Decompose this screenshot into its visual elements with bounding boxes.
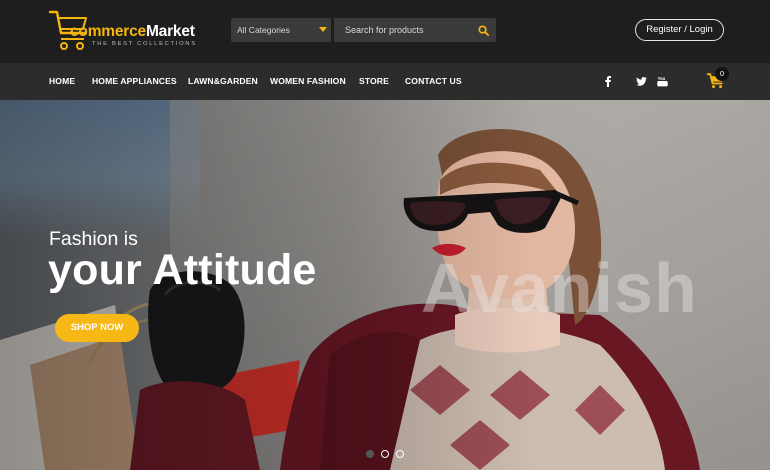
nav-item-home[interactable]: HOME — [49, 63, 75, 100]
logo-tagline: THE BEST COLLECTIONS — [92, 41, 197, 47]
category-select-value: All Categories — [237, 25, 290, 35]
hero-title: your Attitude — [48, 246, 317, 294]
youtube-link[interactable]: You — [655, 74, 669, 88]
search-bar — [334, 18, 496, 42]
hero-slider: Avanish Fashion is your Attitude SHOP NO… — [0, 100, 770, 470]
slider-pagination — [366, 450, 406, 460]
nav-item-women-fashion[interactable]: WOMEN FASHION — [270, 63, 346, 100]
slider-dot-3[interactable] — [396, 450, 404, 458]
nav-item-home-appliances[interactable]: HOME APPLIANCES — [92, 63, 177, 100]
shop-now-button[interactable]: SHOP NOW — [55, 314, 139, 342]
search-button[interactable] — [470, 18, 496, 42]
nav-item-store[interactable]: STORE — [359, 63, 389, 100]
logo-wordmark-part2: Market — [145, 23, 195, 40]
top-header: commerceMarket THE BEST COLLECTIONS All … — [0, 0, 770, 63]
logo-wordmark: commerceMarket — [70, 23, 195, 41]
cart-count-badge: 0 — [715, 67, 729, 81]
logo-wordmark-part1: commerce — [70, 23, 146, 40]
facebook-link[interactable] — [601, 74, 615, 88]
hero-watermark: Avanish — [421, 249, 698, 327]
site-logo[interactable]: commerceMarket THE BEST COLLECTIONS — [48, 9, 208, 53]
twitter-link[interactable] — [634, 74, 648, 88]
caret-down-icon — [319, 27, 327, 32]
main-nav: HOME HOME APPLIANCES LAWN&GARDEN WOMEN F… — [0, 63, 770, 100]
category-select[interactable]: All Categories — [231, 18, 331, 42]
nav-item-lawn-garden[interactable]: LAWN&GARDEN — [188, 63, 258, 100]
search-icon — [477, 24, 489, 36]
youtube-icon: You — [656, 76, 668, 86]
nav-item-contact-us[interactable]: CONTACT US — [405, 63, 462, 100]
search-input[interactable] — [334, 18, 470, 42]
twitter-icon — [635, 76, 647, 86]
slider-dot-2[interactable] — [381, 450, 389, 458]
svg-text:You: You — [657, 76, 665, 81]
register-login-button[interactable]: Register / Login — [635, 19, 724, 41]
facebook-icon — [605, 75, 611, 87]
slider-dot-1[interactable] — [366, 450, 374, 458]
